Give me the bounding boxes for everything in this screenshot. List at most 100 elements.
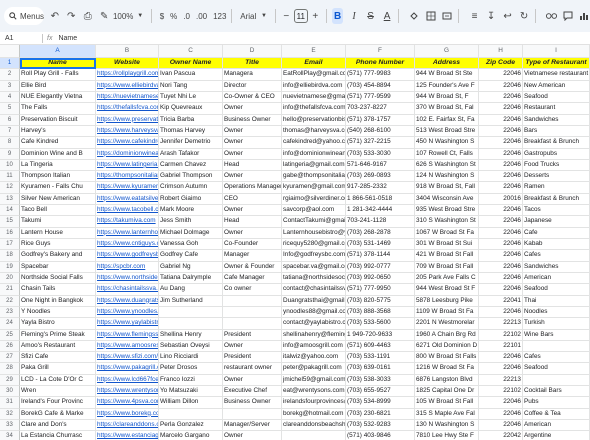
type-cell[interactable]: Sandwiches <box>523 261 590 273</box>
address-cell[interactable]: 315 S Maple Ave Fal <box>415 408 479 420</box>
owner-cell[interactable]: Jim Sutherland <box>159 295 223 307</box>
type-cell[interactable]: Pubs <box>523 397 590 409</box>
type-cell[interactable]: Seafood <box>523 284 590 296</box>
address-cell[interactable]: 626 S Washington St <box>415 159 479 172</box>
type-cell[interactable]: Bars <box>523 125 590 138</box>
phone-cell[interactable]: (571) 777-9950 <box>346 284 415 296</box>
row-number[interactable]: 22 <box>0 295 20 307</box>
name-cell[interactable]: Clare and Don's <box>20 420 96 432</box>
title-cell[interactable]: Cafe Manager <box>223 272 282 285</box>
website-link[interactable]: https://www.estanciagrill.com <box>96 431 159 440</box>
header-cell[interactable]: Type of Restaurant <box>523 58 590 70</box>
email-cell[interactable]: ContactTakumi@gmail.com <box>282 216 346 228</box>
address-cell[interactable]: 709 W Broad St Fall <box>415 261 479 273</box>
address-cell[interactable]: 944 W Broad St Ste <box>415 69 479 81</box>
website-link[interactable]: https://dominionwineandbeer.com <box>96 148 159 160</box>
link-icon[interactable] <box>545 8 557 24</box>
row-number[interactable]: 6 <box>0 114 20 126</box>
email-cell[interactable]: gabe@thompsonitalian <box>282 171 346 183</box>
type-cell[interactable]: Food Trucks <box>523 159 590 172</box>
title-cell[interactable] <box>223 408 282 420</box>
type-cell[interactable]: American <box>523 272 590 285</box>
formula-input[interactable]: Name <box>58 35 77 42</box>
name-cell[interactable]: Godfrey's Bakery and <box>20 250 96 262</box>
name-cell[interactable]: Silver New American <box>20 193 96 206</box>
row-number[interactable]: 7 <box>0 125 20 138</box>
name-cell[interactable]: Ireland's Four Provinc <box>20 397 96 409</box>
type-cell[interactable]: Turkish <box>523 318 590 330</box>
email-cell[interactable]: rgiaimo@silverdiner.com <box>282 193 346 206</box>
address-cell[interactable]: 918 W Broad St, Fall <box>415 182 479 194</box>
name-cell[interactable]: Chasin Tails <box>20 284 96 296</box>
zip-cell[interactable]: 22046 <box>479 205 523 217</box>
borders-icon[interactable] <box>425 8 436 24</box>
website-link[interactable]: https://www.duangrats.com <box>96 295 159 307</box>
row-number[interactable]: 12 <box>0 182 20 194</box>
phone-cell[interactable]: (540) 268-6100 <box>346 125 415 138</box>
type-cell[interactable]: Restaurant <box>523 103 590 115</box>
zip-cell[interactable]: 22213 <box>479 374 523 387</box>
font-select[interactable]: Arial <box>240 12 256 21</box>
address-cell[interactable]: 6271 Old Dominion D <box>415 340 479 353</box>
zip-cell[interactable]: 22046 <box>479 408 523 420</box>
title-cell[interactable]: Business Owner <box>223 114 282 126</box>
name-cell[interactable]: Takumi <box>20 216 96 228</box>
website-link[interactable]: https://www.godfreysbakery.com <box>96 250 159 262</box>
email-cell[interactable]: nuevietnamese@gmail.com <box>282 91 346 104</box>
address-cell[interactable]: 944 W Broad St, F <box>415 91 479 104</box>
row-number[interactable]: 31 <box>0 397 20 409</box>
owner-cell[interactable]: Sebastian Oveysi <box>159 340 223 353</box>
merge-cells-icon[interactable] <box>442 8 453 24</box>
zip-cell[interactable]: 22046 <box>479 352 523 364</box>
zip-cell[interactable]: 22046 <box>479 171 523 183</box>
email-cell[interactable]: thomas@harveysva.com <box>282 125 346 138</box>
email-cell[interactable]: info@elliebirdva.com <box>282 80 346 92</box>
row-number[interactable]: 11 <box>0 171 20 183</box>
title-cell[interactable]: Manager <box>223 250 282 262</box>
zip-cell[interactable]: 22046 <box>479 216 523 228</box>
valign-icon[interactable]: ↧ <box>485 8 496 24</box>
owner-cell[interactable]: Au Dang <box>159 284 223 296</box>
column-header-e[interactable]: E <box>282 45 346 58</box>
header-cell[interactable]: Email <box>282 58 346 70</box>
title-cell[interactable]: Director <box>223 80 282 92</box>
address-cell[interactable]: 513 West Broad Stre <box>415 125 479 138</box>
website-link[interactable]: https://thompsonitalian.com <box>96 171 159 183</box>
address-cell[interactable]: 105 W Broad St Fall <box>415 397 479 409</box>
phone-cell[interactable]: (703) 534-8999 <box>346 397 415 409</box>
zip-cell[interactable]: 22046 <box>479 227 523 239</box>
name-cell[interactable]: Thompson Italian <box>20 171 96 183</box>
title-cell[interactable]: President <box>223 329 282 341</box>
column-header-g[interactable]: G <box>415 45 479 58</box>
website-link[interactable]: https://www.harveysva.com/ <box>96 125 159 138</box>
type-cell[interactable]: Cafes <box>523 250 590 262</box>
phone-cell[interactable]: (703) 230-6821 <box>346 408 415 420</box>
row-number[interactable]: 27 <box>0 352 20 364</box>
website-link[interactable]: https://www.sfizi.com/ <box>96 352 159 364</box>
phone-cell[interactable]: (703) 269-0893 <box>346 171 415 183</box>
name-cell[interactable]: Kyuramen - Falls Chu <box>20 182 96 194</box>
row-number[interactable]: 4 <box>0 91 20 104</box>
type-cell[interactable]: Tacos <box>523 205 590 217</box>
zip-cell[interactable]: 22046 <box>479 284 523 296</box>
row-number[interactable]: 30 <box>0 386 20 398</box>
address-cell[interactable]: 421 W Broad St Fall <box>415 250 479 262</box>
address-cell[interactable]: 5878 Leesburg Pike <box>415 295 479 307</box>
website-link[interactable]: https://clareanddons.com <box>96 420 159 432</box>
address-cell[interactable]: 1960 A Chain Brg Rd <box>415 329 479 341</box>
strikethrough-icon[interactable]: S <box>365 8 376 24</box>
email-cell[interactable]: tatiana@northsidesocial <box>282 272 346 285</box>
phone-cell[interactable]: (703) 538-3033 <box>346 374 415 387</box>
row-number[interactable]: 2 <box>0 69 20 81</box>
website-link[interactable]: https://www.4psva.com/ <box>96 397 159 409</box>
phone-cell[interactable]: (703) 268-2878 <box>346 227 415 239</box>
type-cell[interactable]: American <box>523 420 590 432</box>
address-cell[interactable]: 107 Rowell Ct, Falls <box>415 148 479 160</box>
phone-cell[interactable]: (571) 378-1144 <box>346 250 415 262</box>
owner-cell[interactable]: Carmen Chavez <box>159 159 223 172</box>
email-cell[interactable]: Info@godfreysbc.com <box>282 250 346 262</box>
owner-cell[interactable] <box>159 306 223 319</box>
zip-cell[interactable]: 22046 <box>479 397 523 409</box>
website-link[interactable]: https://www.preservationbisc <box>96 114 159 126</box>
phone-cell[interactable]: (703) 992-0777 <box>346 261 415 273</box>
